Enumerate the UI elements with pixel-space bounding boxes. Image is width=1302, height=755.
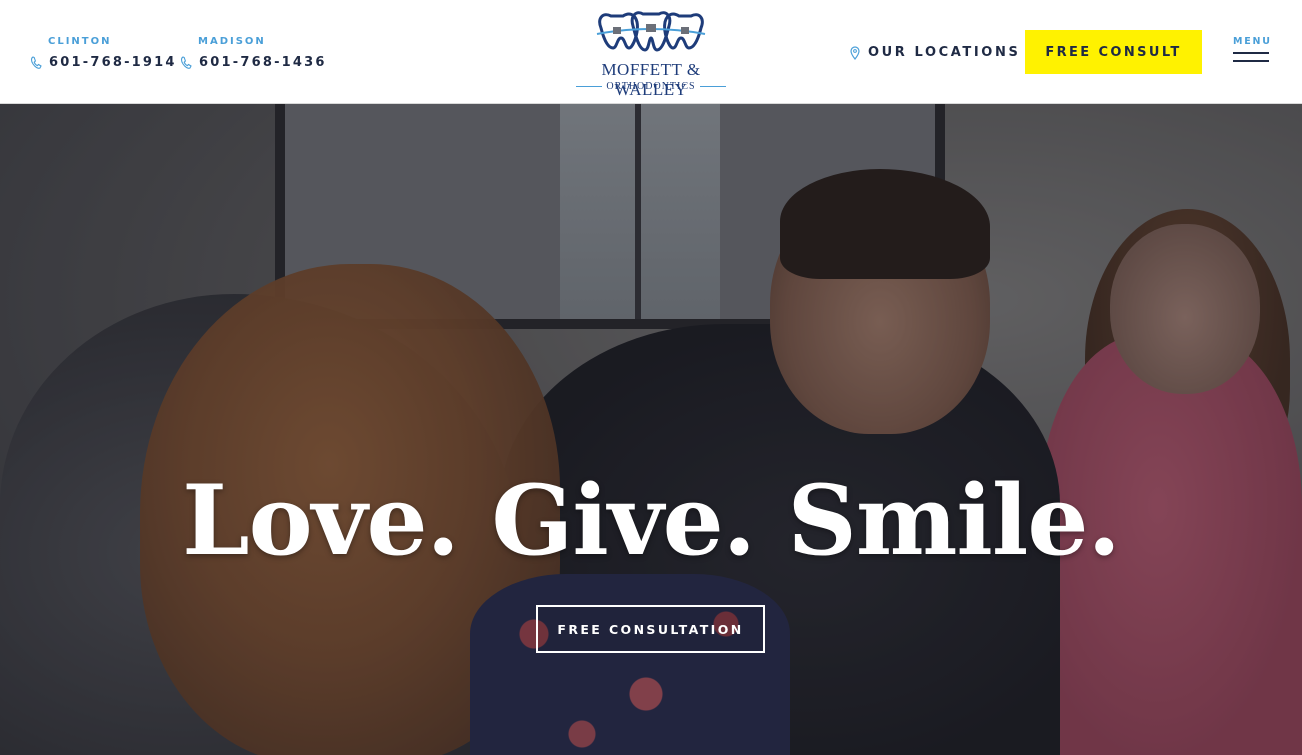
hamburger-menu-icon: [1233, 60, 1269, 62]
logo-name: MOFFETT & WALLEY: [601, 60, 701, 99]
phone-madison[interactable]: MADISON 601-768-1436: [180, 36, 327, 70]
hero-dark-overlay: [0, 104, 1302, 755]
phone-icon: [180, 55, 192, 69]
free-consultation-button[interactable]: FREE CONSULTATION: [536, 605, 765, 653]
free-consult-label: FREE CONSULT: [1045, 44, 1182, 60]
logo-rule: [699, 86, 726, 88]
logo-subtitle: ORTHODONTICS: [606, 81, 696, 92]
hamburger-menu-icon: [1233, 52, 1269, 54]
site-logo[interactable]: MOFFETT & WALLEY ORTHODONTICS: [566, 8, 736, 99]
menu-button[interactable]: MENU: [1233, 36, 1271, 62]
free-consult-button[interactable]: FREE CONSULT: [1025, 30, 1202, 74]
phone-icon: [30, 55, 42, 69]
phone-city-label: CLINTON: [48, 36, 112, 47]
phone-number-link[interactable]: 601-768-1914: [49, 55, 177, 70]
phone-number-link[interactable]: 601-768-1436: [199, 55, 327, 70]
phone-clinton[interactable]: CLINTON 601-768-1914: [30, 36, 177, 70]
hero-section: Love. Give. Smile. FREE CONSULTATION: [0, 104, 1302, 755]
logo-rule: [576, 86, 603, 88]
logo-subtitle-row: ORTHODONTICS: [566, 81, 736, 92]
map-pin-icon: [850, 45, 860, 60]
menu-label: MENU: [1233, 36, 1272, 47]
site-header: CLINTON 601-768-1914 MADISON 601-768-143…: [0, 0, 1302, 104]
tooth-braces-logo-icon: [596, 11, 706, 52]
hero-headline: Love. Give. Smile.: [182, 464, 1121, 577]
our-locations-label: OUR LOCATIONS: [868, 45, 1021, 60]
phone-city-label: MADISON: [198, 36, 266, 47]
our-locations-link[interactable]: OUR LOCATIONS: [850, 45, 1020, 60]
free-consultation-label: FREE CONSULTATION: [557, 621, 744, 637]
